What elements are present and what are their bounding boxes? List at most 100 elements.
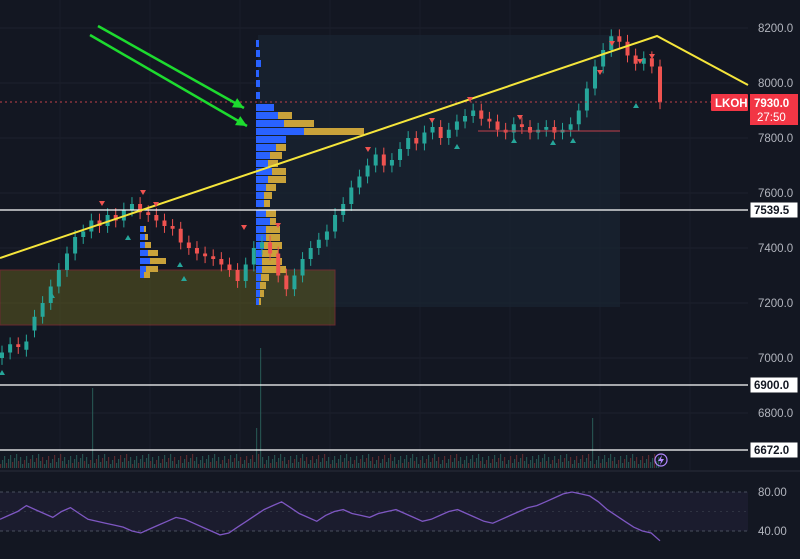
candle-body bbox=[146, 212, 151, 215]
volume-bar bbox=[436, 461, 438, 468]
volume-bar bbox=[282, 461, 284, 468]
volume-bar bbox=[502, 461, 504, 468]
candle-body bbox=[56, 270, 61, 287]
volume-bar bbox=[34, 462, 36, 468]
volume-bar bbox=[598, 456, 600, 468]
candle-body bbox=[32, 316, 37, 331]
volume-bar bbox=[424, 463, 426, 468]
volume-bar bbox=[540, 462, 542, 468]
volume-bar bbox=[270, 463, 272, 468]
volume-profile-bar bbox=[256, 40, 259, 47]
volume-profile-bar bbox=[266, 184, 276, 191]
volume-bar bbox=[542, 458, 544, 468]
volume-bar bbox=[338, 459, 340, 468]
candle-body bbox=[471, 110, 476, 116]
volume-bar bbox=[342, 462, 344, 468]
volume-bar bbox=[546, 461, 548, 468]
volume-bar bbox=[500, 454, 502, 468]
volume-bar bbox=[616, 464, 618, 468]
price-tick-label: 7200.0 bbox=[758, 298, 793, 310]
volume-bar bbox=[42, 457, 44, 468]
volume-bar bbox=[60, 454, 62, 468]
candle-body bbox=[186, 242, 191, 248]
volume-bar bbox=[280, 454, 282, 468]
volume-bar bbox=[196, 457, 198, 468]
volume-bar bbox=[216, 461, 218, 468]
volume-profile-bar bbox=[145, 234, 148, 240]
volume-bar bbox=[150, 461, 152, 468]
volume-bar bbox=[110, 464, 112, 468]
volume-bar bbox=[556, 463, 558, 468]
candle-body bbox=[276, 253, 281, 276]
volume-bar bbox=[354, 460, 356, 468]
volume-bar bbox=[50, 463, 52, 468]
level-tag-label: 6900.0 bbox=[754, 380, 789, 392]
volume-profile-bar bbox=[256, 70, 259, 77]
volume-bar bbox=[510, 456, 512, 468]
rsi-tick-label: 40.00 bbox=[758, 526, 787, 538]
price-tick-label: 8000.0 bbox=[758, 78, 793, 90]
volume-bar bbox=[288, 460, 290, 468]
volume-profile-bar bbox=[256, 210, 266, 217]
volume-bar bbox=[566, 454, 568, 468]
volume-bar bbox=[358, 463, 360, 468]
volume-bar bbox=[330, 464, 332, 468]
volume-bar bbox=[284, 457, 286, 468]
volume-bar bbox=[360, 459, 362, 468]
volume-bar bbox=[414, 461, 416, 468]
volume-bar bbox=[478, 454, 480, 468]
candle-body bbox=[40, 303, 45, 317]
volume-bar bbox=[422, 456, 424, 468]
volume-bar bbox=[70, 456, 72, 468]
volume-bar bbox=[278, 458, 280, 468]
volume-profile-bar bbox=[256, 144, 276, 151]
volume-bar bbox=[434, 454, 436, 468]
volume-bar bbox=[452, 462, 454, 468]
volume-bar bbox=[402, 463, 404, 468]
volume-bar bbox=[454, 458, 456, 468]
rsi-tick-label: 80.00 bbox=[758, 487, 787, 499]
volume-bar bbox=[64, 457, 66, 468]
volume-bar bbox=[398, 460, 400, 468]
candle-body bbox=[398, 149, 403, 160]
volume-bar bbox=[482, 457, 484, 468]
volume-bar bbox=[514, 459, 516, 468]
volume-profile-bar bbox=[256, 218, 270, 225]
volume-profile-bar bbox=[140, 234, 145, 240]
volume-bar bbox=[404, 459, 406, 468]
candle-body bbox=[0, 352, 4, 358]
volume-bar bbox=[136, 456, 138, 468]
volume-bar bbox=[456, 454, 458, 468]
volume-profile-bar bbox=[256, 250, 262, 257]
volume-profile-bar bbox=[256, 50, 260, 57]
volume-bar bbox=[82, 454, 84, 468]
volume-bar bbox=[658, 457, 660, 468]
last-price-label: 7930.0 bbox=[754, 98, 789, 110]
volume-bar bbox=[52, 459, 54, 468]
volume-profile-bar bbox=[256, 258, 262, 265]
volume-bar bbox=[80, 458, 82, 468]
volume-bar bbox=[246, 456, 248, 468]
volume-bar bbox=[292, 463, 294, 468]
volume-bar bbox=[170, 454, 172, 468]
volume-bar bbox=[550, 464, 552, 468]
volume-bar bbox=[516, 455, 518, 468]
volume-profile-bar bbox=[260, 290, 264, 297]
volume-bar bbox=[400, 456, 402, 468]
price-tick-label: 6800.0 bbox=[758, 408, 793, 420]
volume-bar bbox=[418, 464, 420, 468]
volume-bar bbox=[88, 464, 90, 468]
volume-bar bbox=[108, 457, 110, 468]
candle-body bbox=[316, 239, 321, 248]
candle-body bbox=[389, 160, 394, 166]
volume-profile-bar bbox=[278, 112, 292, 119]
volume-bar bbox=[642, 456, 644, 468]
volume-bar bbox=[14, 458, 16, 468]
volume-bar bbox=[634, 461, 636, 468]
candle-body bbox=[576, 110, 581, 125]
volume-bar bbox=[132, 464, 134, 468]
volume-bar bbox=[290, 456, 292, 468]
volume-bar bbox=[380, 463, 382, 468]
volume-bar bbox=[58, 458, 60, 468]
volume-bar bbox=[210, 462, 212, 468]
